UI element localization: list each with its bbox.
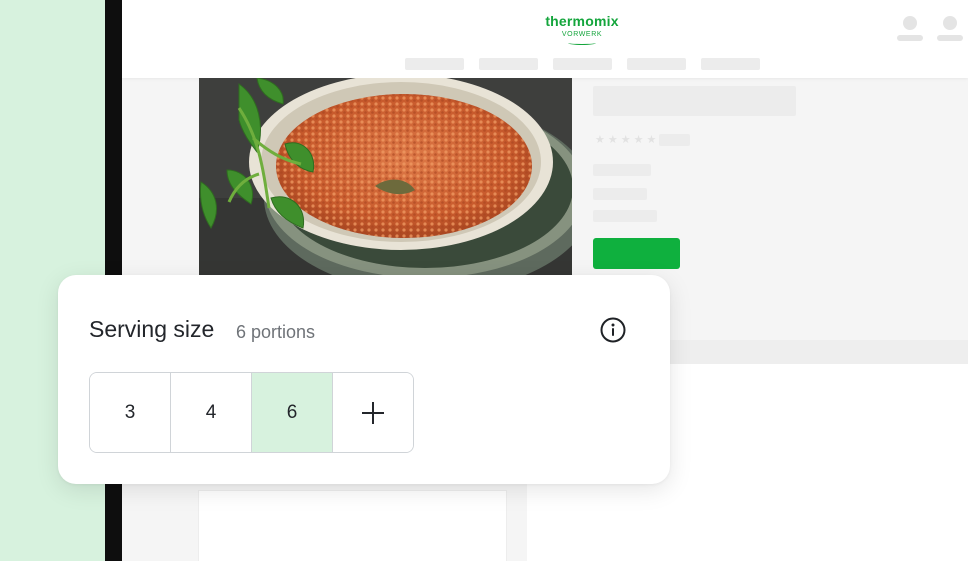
recipe-photo-illustration [199, 78, 572, 275]
nav-item-placeholder[interactable] [405, 58, 464, 70]
star-icon: ★ [620, 134, 631, 146]
brand-logo[interactable]: thermomix VORWERK [532, 12, 632, 45]
info-icon-glyph [600, 317, 626, 343]
serving-option-4[interactable]: 4 [171, 373, 252, 452]
user-icon-head [903, 16, 917, 30]
portions-label: 6 portions [236, 322, 316, 342]
nav-item-placeholder[interactable] [553, 58, 612, 70]
detail-line-placeholder [593, 188, 647, 200]
plus-icon [362, 401, 384, 424]
nav-item-placeholder[interactable] [627, 58, 686, 70]
content-panel [198, 490, 507, 561]
detail-line-placeholder [593, 164, 651, 176]
serving-option-3[interactable]: 3 [90, 373, 171, 452]
recipe-photo [199, 78, 572, 275]
serving-size-title: Serving size [89, 316, 215, 342]
cook-button[interactable] [593, 238, 680, 269]
account-icon-head [943, 16, 957, 30]
user-icon[interactable] [897, 16, 923, 42]
star-icon: ★ [646, 134, 657, 146]
account-icon-shoulders [937, 35, 963, 41]
rating-stars: ★ ★ ★ ★ ★ [595, 134, 691, 146]
brand-name: thermomix [545, 13, 619, 29]
user-icon-shoulders [897, 35, 923, 41]
serving-option-6[interactable]: 6 [252, 373, 333, 452]
add-serving-button[interactable] [333, 373, 413, 452]
recipe-title-placeholder [593, 86, 796, 116]
rating-count-placeholder [659, 134, 691, 146]
serving-size-card: Serving size 6 portions 3 4 6 [58, 275, 670, 484]
star-icon: ★ [633, 134, 644, 146]
nav-item-placeholder[interactable] [479, 58, 538, 70]
detail-line-placeholder [593, 210, 657, 222]
star-icon: ★ [595, 134, 605, 146]
account-icon[interactable] [937, 16, 963, 42]
brand-sub: VORWERK [532, 30, 632, 45]
nav-item-placeholder[interactable] [701, 58, 760, 70]
site-header: thermomix VORWERK [122, 0, 968, 78]
info-icon[interactable] [599, 316, 627, 344]
star-icon: ★ [607, 134, 618, 146]
serving-size-selector: 3 4 6 [89, 372, 414, 453]
